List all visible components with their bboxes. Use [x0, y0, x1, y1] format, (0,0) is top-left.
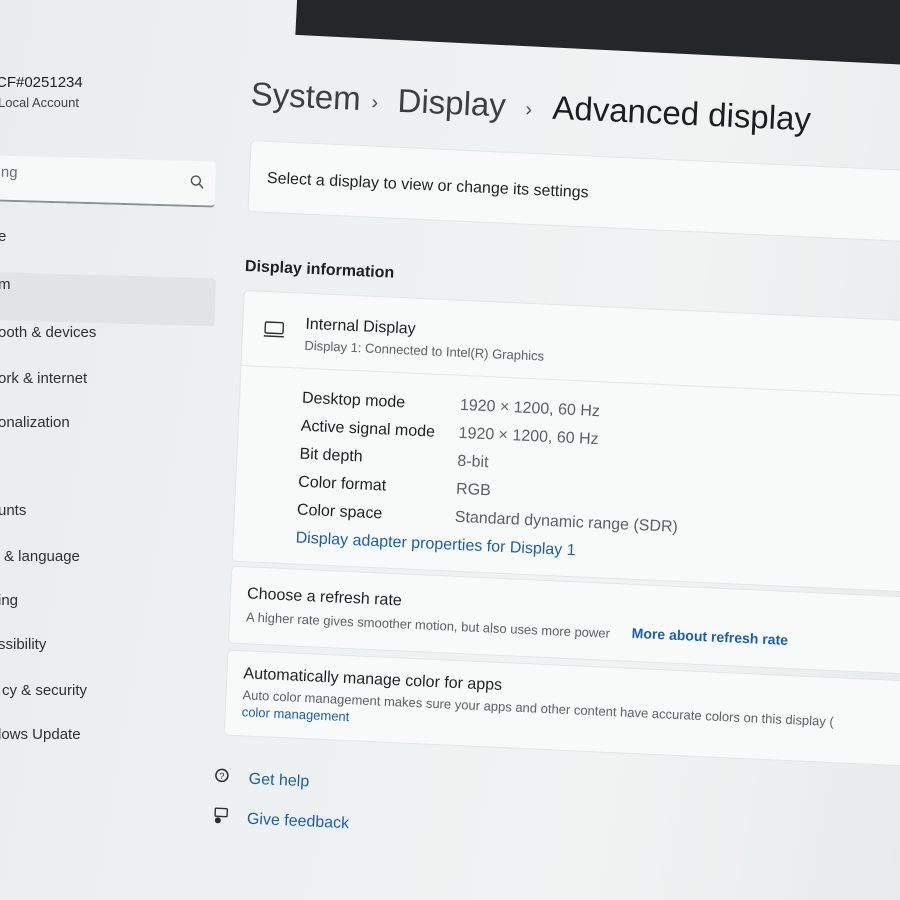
refresh-rate-title: Choose a refresh rate	[246, 585, 403, 610]
select-display-label: Select a display to view or change its s…	[266, 169, 590, 202]
give-feedback-link[interactable]: Give feedback	[246, 811, 350, 834]
color-mgmt-link[interactable]: color management	[241, 704, 349, 724]
display-info-heading: Display information	[244, 257, 395, 282]
refresh-rate-link[interactable]: More about refresh rate	[631, 625, 788, 648]
info-value: 1920 × 1200, 60 Hz	[458, 424, 599, 449]
select-display-card[interactable]: Select a display to view or change its s…	[247, 140, 900, 244]
display-name: Internal Display	[305, 315, 416, 338]
help-icon: ?	[213, 767, 232, 791]
settings-window: CF#0251234 Local Account ing e m ooth & …	[0, 0, 900, 900]
display-connection: Display 1: Connected to Intel(R) Graphic…	[304, 337, 545, 364]
svg-text:?: ?	[219, 771, 224, 781]
monitor-icon	[263, 320, 286, 344]
breadcrumb-separator: ›	[524, 98, 533, 121]
info-value: Standard dynamic range (SDR)	[454, 508, 679, 536]
info-label: Color format	[297, 473, 387, 495]
get-help-link[interactable]: Get help	[248, 771, 309, 792]
info-label: Color space	[296, 501, 383, 523]
info-value: 1920 × 1200, 60 Hz	[459, 396, 601, 421]
info-label: Desktop mode	[301, 389, 406, 412]
info-label: Bit depth	[299, 445, 364, 466]
info-label: Active signal mode	[300, 417, 436, 441]
display-info-card: Internal Display Display 1: Connected to…	[231, 289, 900, 594]
page-title: Advanced display	[551, 88, 812, 138]
feedback-icon	[211, 807, 230, 831]
info-value: 8-bit	[456, 452, 489, 472]
refresh-rate-desc: A higher rate gives smoother motion, but…	[245, 609, 611, 641]
adapter-properties-link[interactable]: Display adapter properties for Display 1	[295, 530, 576, 561]
main-content: System › Display › Advanced display Sele…	[0, 0, 900, 900]
breadcrumb-system[interactable]: System	[250, 75, 362, 118]
breadcrumb-display[interactable]: Display	[397, 82, 507, 125]
info-value: RGB	[455, 480, 492, 500]
breadcrumb-separator: ›	[371, 91, 379, 114]
